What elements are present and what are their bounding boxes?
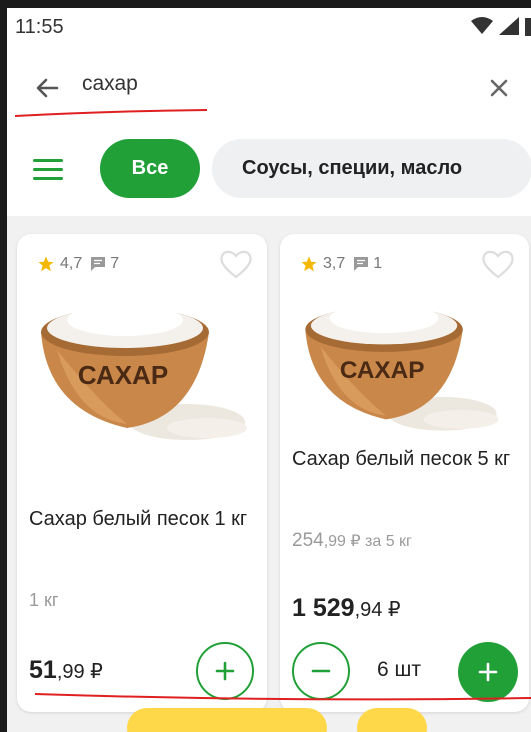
device-frame-top	[0, 0, 531, 8]
bowl-label: САХАР	[78, 360, 168, 390]
signal-icon	[499, 17, 519, 35]
product-card[interactable]: 3,7 1 САХАР Сахар белый песок 5 кг 254,9…	[280, 234, 529, 712]
filter-chip-category[interactable]: Соусы, специи, масло	[212, 139, 531, 198]
bowl-label: САХАР	[340, 357, 425, 384]
filter-bar: Все Соусы, специи, масло	[7, 136, 531, 216]
star-icon	[301, 256, 317, 272]
battery-icon	[525, 18, 531, 36]
product-image[interactable]: САХАР	[37, 290, 247, 450]
quantity-value: 6 шт	[377, 658, 421, 681]
back-arrow-icon[interactable]	[33, 74, 61, 102]
minus-icon	[311, 669, 331, 673]
reviews-icon	[354, 257, 369, 271]
product-rating: 3,7 1	[300, 255, 382, 273]
search-input[interactable]: сахар	[82, 72, 138, 96]
rating-value: 4,7	[60, 255, 83, 272]
favorite-heart-icon[interactable]	[481, 248, 515, 280]
product-image[interactable]: САХАР	[300, 290, 500, 440]
price-cents: ,99 ₽	[56, 661, 103, 683]
reviews-count: 1	[373, 255, 383, 272]
unit-price-main: 254	[292, 530, 324, 551]
status-time: 11:55	[15, 16, 64, 38]
product-price: 1 529,94 ₽	[292, 594, 401, 623]
rating-value: 3,7	[323, 255, 346, 272]
bottom-action-button[interactable]	[357, 708, 427, 732]
plus-icon	[478, 662, 498, 682]
reviews-count: 7	[110, 255, 120, 272]
product-card[interactable]: 4,7 7 САХАР Сахар белый песок 1 кг 1 кг …	[17, 234, 267, 712]
menu-icon[interactable]	[33, 156, 63, 184]
product-title[interactable]: Сахар белый песок 1 кг	[29, 504, 259, 534]
annotation-underline	[14, 109, 208, 117]
reviews-icon	[91, 257, 106, 271]
star-icon	[38, 256, 54, 272]
bottom-cart-bar[interactable]	[127, 708, 327, 732]
unit-price-rest: ,99 ₽ за 5 кг	[323, 533, 412, 550]
price-main: 51	[29, 656, 57, 684]
price-cents: ,94 ₽	[354, 599, 401, 621]
status-bar: 11:55	[7, 8, 531, 48]
product-price: 51,99 ₽	[29, 656, 103, 685]
filter-chip-all[interactable]: Все	[100, 139, 200, 198]
app-screen: 11:55 сахар Все Соусы, специи, масло 4,7…	[7, 8, 531, 732]
clear-icon[interactable]	[485, 74, 513, 102]
plus-icon	[215, 661, 235, 681]
annotation-underline	[35, 693, 531, 701]
product-rating: 4,7 7	[37, 255, 119, 273]
wifi-icon	[471, 17, 493, 34]
search-bar: сахар	[7, 48, 531, 137]
price-main: 1 529	[292, 594, 355, 622]
favorite-heart-icon[interactable]	[219, 248, 253, 280]
product-title[interactable]: Сахар белый песок 5 кг	[292, 444, 524, 474]
status-icons	[471, 16, 531, 36]
product-unit-price: 254,99 ₽ за 5 кг	[292, 530, 412, 552]
device-frame-left	[0, 0, 7, 732]
product-weight: 1 кг	[29, 590, 59, 610]
